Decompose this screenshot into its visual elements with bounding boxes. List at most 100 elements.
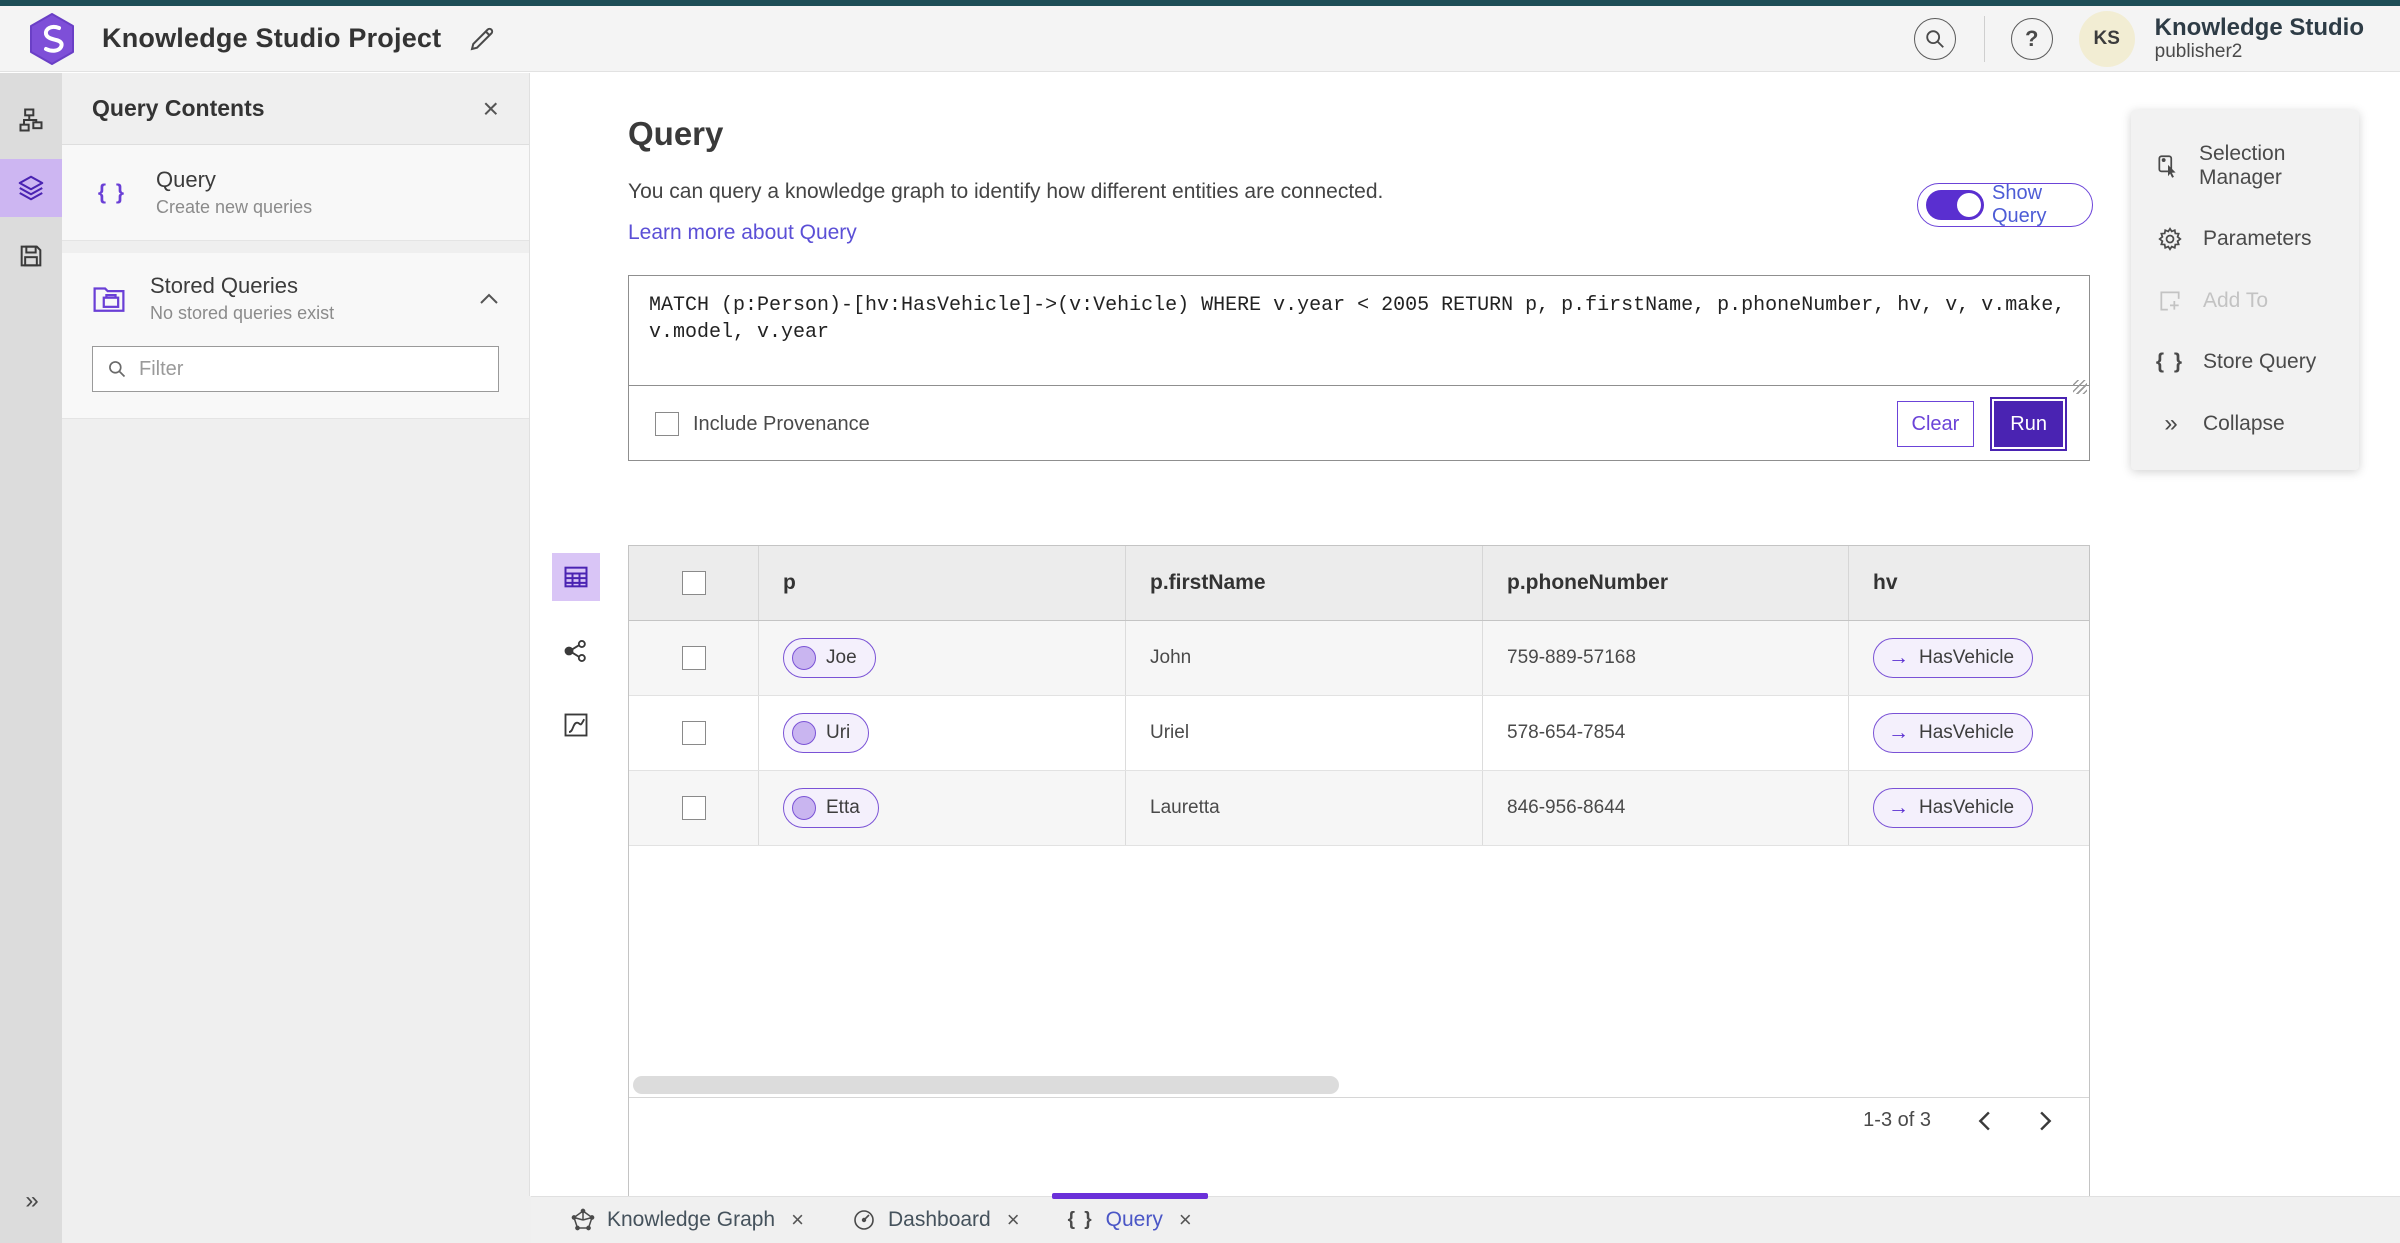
filter-field[interactable] [92,346,499,392]
sidebar-item-query[interactable]: { } Query Create new queries [62,145,529,241]
column-header-p[interactable]: p [759,546,1126,620]
sidebar-item-stored-queries[interactable]: Stored Queries No stored queries exist [62,253,529,332]
toggle-knob [1957,193,1981,217]
horizontal-scrollbar[interactable] [633,1076,2085,1096]
edge-pill[interactable]: → HasVehicle [1873,638,2034,678]
table-view-icon[interactable] [552,553,600,601]
menu-label: Parameters [2203,227,2312,250]
app-logo-icon[interactable] [26,12,78,65]
panel-title: Query Contents [92,95,265,121]
show-query-label: Show Query [1992,182,2047,227]
topbar-divider [1983,15,1985,62]
edge-label: HasVehicle [1919,797,2015,818]
tab-dashboard[interactable]: Dashboard × [828,1197,1044,1243]
rail-expand-icon[interactable]: » [0,1187,62,1215]
query-buttons: Clear Run [1896,401,2063,447]
node-pill[interactable]: Etta [783,788,879,828]
tab-knowledge-graph[interactable]: Knowledge Graph × [547,1197,828,1243]
node-pill[interactable]: Uri [783,713,870,753]
include-provenance-checkbox[interactable]: Include Provenance [655,412,870,436]
menu-item-store-query[interactable]: { } Store Query [2131,332,2359,392]
close-tab-icon[interactable]: × [1007,1207,1020,1233]
menu-item-add-to: Add To [2131,270,2359,332]
help-icon[interactable]: ? [2010,17,2053,60]
selection-manager-icon [2155,153,2181,179]
menu-label: Collapse [2203,412,2285,435]
column-header-hv[interactable]: hv [1849,546,2091,620]
node-pill[interactable]: Joe [783,638,876,678]
learn-more-link[interactable]: Learn more about Query [628,221,857,245]
edit-title-icon[interactable] [467,24,497,54]
dashboard-gauge-icon [852,1208,876,1232]
user-avatar[interactable]: KS [2078,10,2135,67]
results-view-switcher [552,553,600,775]
add-to-icon [2155,288,2185,314]
search-icon[interactable] [1913,17,1956,60]
rail-save-icon[interactable] [0,227,62,285]
rail-hierarchy-icon[interactable] [0,91,62,149]
clear-button[interactable]: Clear [1896,401,1975,447]
edge-arrow-icon: → [1888,796,1909,819]
query-actions-menu: Selection Manager Parameters Add To { } … [2131,110,2359,470]
query-description: You can query a knowledge graph to ident… [628,180,1384,203]
query-contents-panel: Query Contents × { } Query Create new qu… [62,73,530,1243]
stored-queries-sublabel: No stored queries exist [150,303,335,323]
project-title: Knowledge Studio Project [102,23,442,53]
previous-page-icon[interactable] [1975,1110,1993,1132]
query-toolbar: Include Provenance Clear Run [629,387,2089,461]
menu-item-collapse[interactable]: » Collapse [2131,392,2359,456]
pagination-range: 1-3 of 3 [1863,1109,1931,1131]
close-tab-icon[interactable]: × [1179,1207,1192,1233]
rail-layers-icon[interactable] [0,159,62,217]
graph-view-icon[interactable] [552,627,600,675]
braces-icon: { } [97,180,127,204]
run-button[interactable]: Run [1994,401,2063,447]
panel-header: Query Contents × [62,73,529,145]
stored-queries-label: Stored Queries [150,273,298,298]
tab-label: Query [1105,1208,1163,1231]
table-row[interactable]: Joe John 759-889-57168 → HasVehicle [629,621,2089,696]
next-page-icon[interactable] [2037,1110,2055,1132]
user-app-name: Knowledge Studio [2154,13,2364,41]
column-header-phonenumber[interactable]: p.phoneNumber [1483,546,1849,620]
edge-arrow-icon: → [1888,721,1909,744]
select-all-checkbox[interactable] [681,571,706,595]
panel-gap [62,241,529,253]
active-tab-indicator [1051,1193,1208,1199]
chart-view-icon[interactable] [552,701,600,749]
scrollbar-thumb[interactable] [633,1076,1339,1094]
panel-close-icon[interactable]: × [483,94,499,123]
table-row[interactable]: Uri Uriel 578-654-7854 → HasVehicle [629,696,2089,771]
user-username: publisher2 [2154,41,2243,63]
edge-pill[interactable]: → HasVehicle [1873,713,2034,753]
menu-item-selection-manager[interactable]: Selection Manager [2131,124,2359,208]
gear-icon [2155,226,2185,252]
menu-label: Store Query [2203,350,2317,373]
stored-queries-section: Stored Queries No stored queries exist [62,253,529,419]
row-checkbox[interactable] [681,646,706,670]
filter-input[interactable] [139,357,484,381]
row-checkbox[interactable] [681,796,706,820]
query-editor-container: MATCH (p:Person)-[hv:HasVehicle]->(v:Veh… [628,275,2090,461]
table-row[interactable]: Etta Lauretta 846-956-8644 → HasVehicle [629,771,2089,846]
folder-icon [92,284,126,314]
query-editor[interactable]: MATCH (p:Person)-[hv:HasVehicle]->(v:Veh… [629,276,2089,386]
include-provenance-label: Include Provenance [693,412,870,435]
close-tab-icon[interactable]: × [791,1207,804,1233]
edge-pill[interactable]: → HasVehicle [1873,788,2034,828]
menu-item-parameters[interactable]: Parameters [2131,208,2359,270]
help-glyph: ? [2024,25,2039,51]
row-checkbox[interactable] [681,721,706,745]
collapse-chevron-icon[interactable] [479,293,499,305]
page-title: Query [628,115,724,152]
column-header-firstname[interactable]: p.firstName [1126,546,1483,620]
menu-label: Selection Manager [2199,142,2286,189]
node-dot-icon [792,646,816,670]
checkbox-box[interactable] [655,412,679,436]
table-pagination: 1-3 of 3 [629,1097,2089,1143]
tab-query[interactable]: { } Query × [1044,1193,1216,1243]
topbar-actions: ? KS Knowledge Studio publisher2 [1913,6,2400,71]
query-item-sublabel: Create new queries [156,197,313,217]
show-query-toggle[interactable]: Show Query [1917,182,2093,227]
toggle-switch[interactable] [1926,190,1984,220]
